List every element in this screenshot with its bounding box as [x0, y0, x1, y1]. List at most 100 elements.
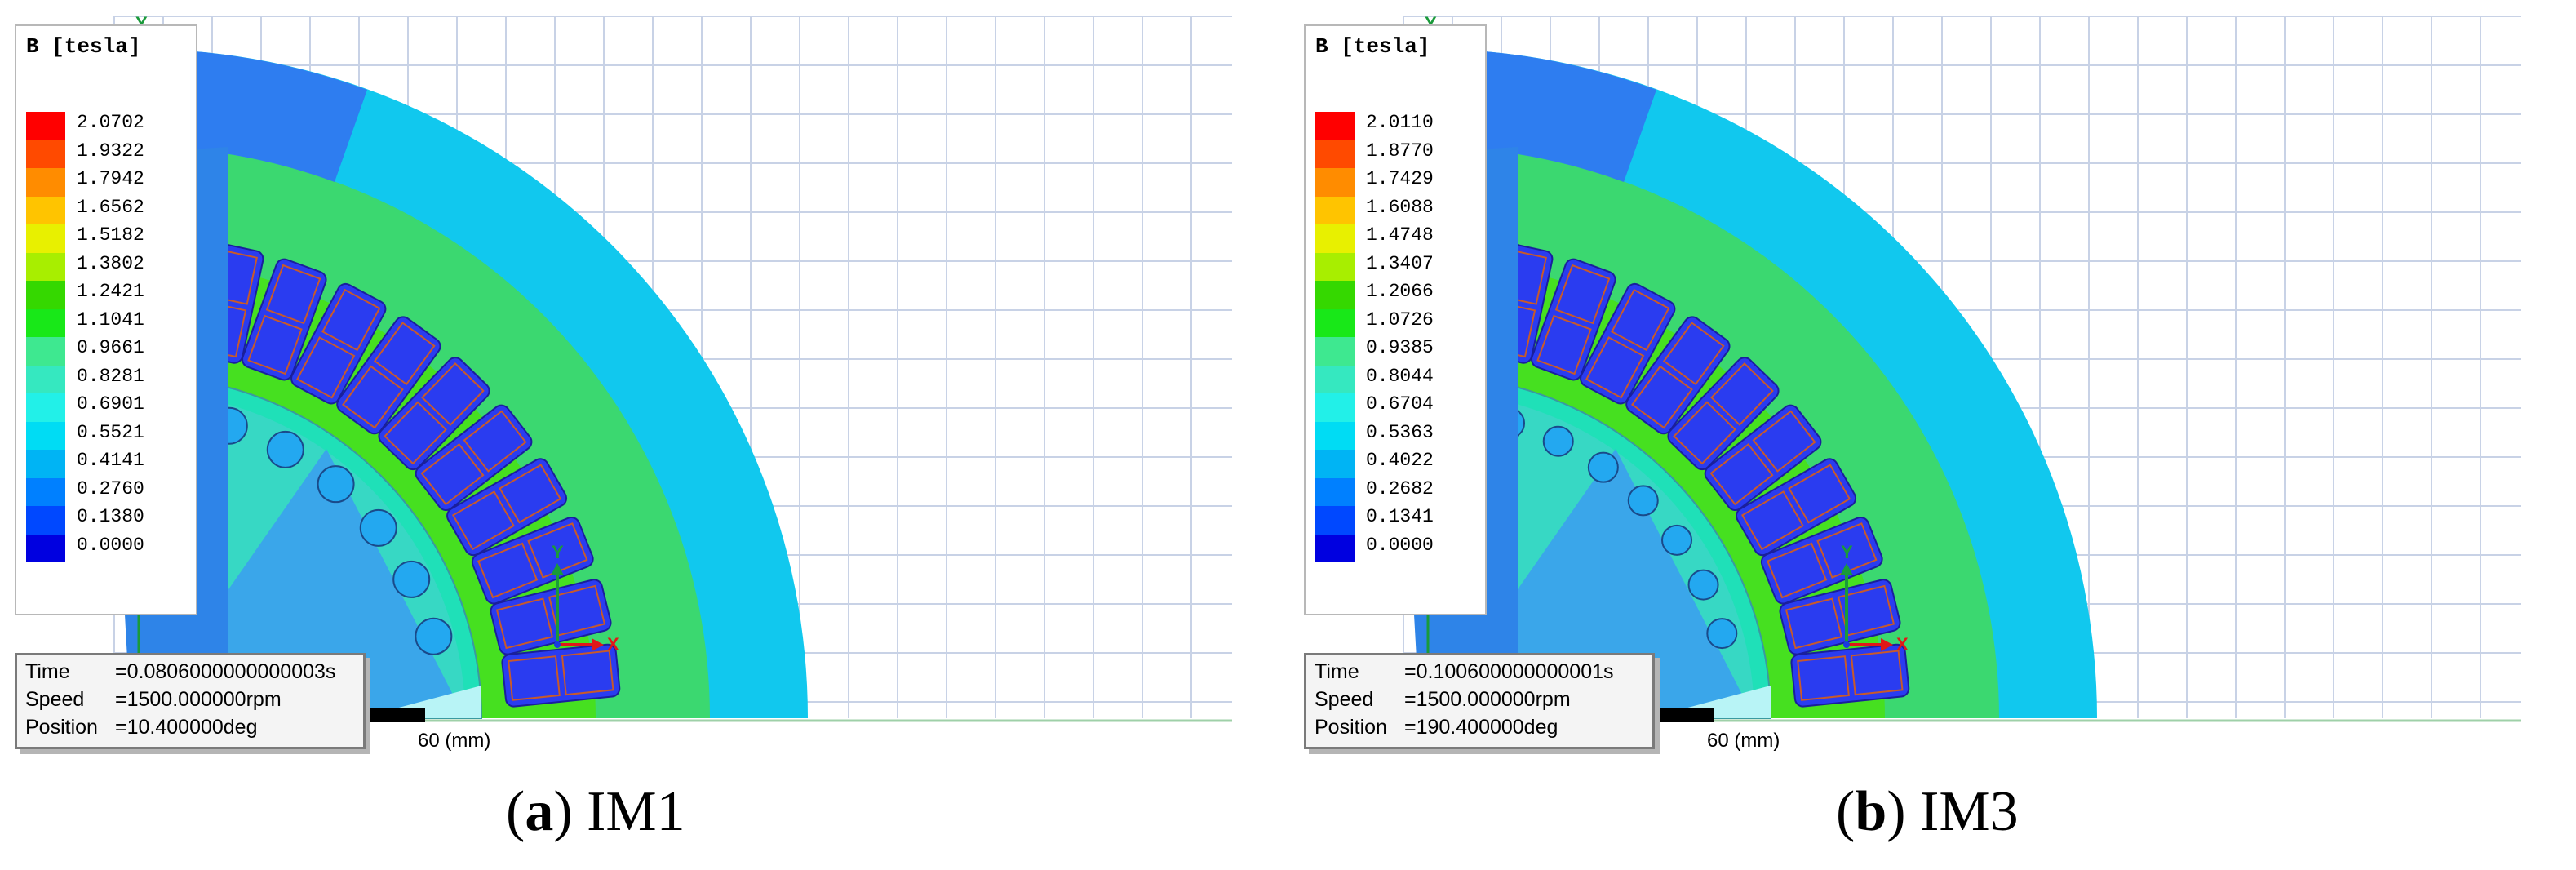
legend-swatch [26, 252, 65, 281]
field-plot-panel-im3: Y03060 (mm)YX B [tesla] 2.01101.87701.74… [1297, 0, 2570, 767]
stator-slot [1790, 643, 1910, 708]
legend-swatch [26, 506, 65, 535]
rotor-bar [266, 430, 304, 468]
slot-body [501, 643, 621, 708]
legend-value: 2.0702 [77, 112, 144, 133]
legend-swatch [26, 477, 65, 506]
triad-x-label: X [1896, 634, 1909, 655]
triad-y-label: Y [552, 542, 564, 562]
triad-z [1843, 641, 1850, 648]
rotor-bar [1587, 451, 1619, 483]
legend-scale: 2.0110 1.8770 1.7429 1.6088 1.4748 1.3407 1.20… [1315, 112, 1477, 601]
rotor-bar [359, 508, 397, 547]
legend-title: B [tesla] [26, 34, 141, 59]
legend-swatch [1315, 534, 1355, 562]
legend-swatch [1315, 450, 1355, 478]
legend-swatch [1315, 393, 1355, 422]
legend-value: 1.9322 [77, 140, 144, 162]
triad-x-label: X [607, 634, 619, 655]
caption-im1: (a) IM1 [506, 780, 685, 843]
legend-swatch [1315, 112, 1355, 140]
legend-value: 0.2682 [1366, 477, 1434, 499]
status-time: Time =0.0806000000000003s [25, 660, 336, 683]
legend-value: 0.5363 [1366, 421, 1434, 443]
flux-density-plot-im1: Y03060 (mm)YX [100, 13, 1232, 752]
legend-swatch [1315, 506, 1355, 535]
legend-swatch [26, 421, 65, 450]
legend-value: 0.6704 [1366, 393, 1434, 415]
legend-value: 1.3802 [77, 252, 144, 274]
rotor-bar [1706, 618, 1738, 650]
legend-value: 0.0000 [77, 534, 144, 556]
legend-swatch [1315, 252, 1355, 281]
legend-swatch [26, 224, 65, 253]
legend-value: 1.6088 [1366, 196, 1434, 218]
status-speed: Speed =1500.000000rpm [1315, 688, 1571, 711]
legend-value: 1.2066 [1366, 281, 1434, 302]
scale-tick-60: 60 (mm) [418, 730, 490, 752]
status-position: Position =10.400000deg [25, 716, 258, 739]
legend-swatch [26, 308, 65, 337]
rotor-bar [392, 560, 431, 598]
legend-value: 0.2760 [77, 477, 144, 499]
legend-scale: 2.0702 1.9322 1.7942 1.6562 1.5182 1.3802 1.24… [26, 112, 188, 601]
simulation-status-box-im1: Time =0.0806000000000003s Speed =1500.0000… [15, 653, 366, 749]
legend-swatch [1315, 308, 1355, 337]
caption-im3: (b) IM3 [1836, 780, 2019, 843]
rotor-bar [1542, 425, 1574, 457]
legend-value: 0.9385 [1366, 337, 1434, 358]
legend-value: 0.8044 [1366, 365, 1434, 387]
color-legend-im1: B [tesla] 2.0702 1.9322 1.7942 1.6562 1.5182… [15, 24, 197, 615]
legend-swatch [1315, 196, 1355, 224]
legend-value: 0.0000 [1366, 534, 1434, 556]
legend-value: 0.6901 [77, 393, 144, 415]
rotor-bar [1687, 569, 1719, 601]
legend-swatch [26, 450, 65, 478]
legend-value: 0.1380 [77, 506, 144, 527]
legend-value: 0.9661 [77, 337, 144, 358]
legend-swatch [26, 365, 65, 393]
field-plot-panel-im1: Y03060 (mm)YX B [tesla] 2.07021.93221.79… [8, 0, 1281, 767]
legend-swatch [26, 140, 65, 168]
legend-swatch [1315, 224, 1355, 253]
legend-value: 1.7429 [1366, 168, 1434, 189]
legend-swatch [26, 281, 65, 309]
rotor-bar [415, 617, 453, 655]
legend-value: 2.0110 [1366, 112, 1434, 133]
legend-value: 1.7942 [77, 168, 144, 189]
scale-tick-60: 60 (mm) [1707, 730, 1780, 752]
legend-title: B [tesla] [1315, 34, 1430, 59]
legend-value: 0.8281 [77, 365, 144, 387]
legend-value: 1.5182 [77, 224, 144, 246]
legend-swatch [26, 337, 65, 366]
simulation-status-box-im3: Time =0.100600000000001s Speed =1500.00000… [1304, 653, 1655, 749]
flux-density-plot-im3: Y03060 (mm)YX [1389, 13, 2521, 752]
triad-z [554, 641, 561, 648]
legend-value: 0.5521 [77, 421, 144, 443]
stator-slot [501, 643, 621, 708]
legend-value: 1.3407 [1366, 252, 1434, 274]
slot-body [1790, 643, 1910, 708]
triad-y-label: Y [1841, 542, 1853, 562]
status-position: Position =190.400000deg [1315, 716, 1558, 739]
legend-swatch [26, 112, 65, 140]
rotor-bar [1627, 485, 1659, 517]
legend-swatch [26, 196, 65, 224]
legend-value: 1.8770 [1366, 140, 1434, 162]
legend-value: 1.2421 [77, 281, 144, 302]
legend-value: 0.1341 [1366, 506, 1434, 527]
legend-value: 1.6562 [77, 196, 144, 218]
legend-swatch [1315, 421, 1355, 450]
legend-value: 1.0726 [1366, 308, 1434, 331]
legend-value: 0.4141 [77, 450, 144, 471]
status-time: Time =0.100600000000001s [1315, 660, 1614, 683]
color-legend-im3: B [tesla] 2.0110 1.8770 1.7429 1.6088 1.4748… [1304, 24, 1487, 615]
legend-value: 1.4748 [1366, 224, 1434, 246]
legend-swatch [1315, 281, 1355, 309]
legend-swatch [1315, 337, 1355, 366]
status-speed: Speed =1500.000000rpm [25, 688, 282, 711]
legend-swatch [26, 534, 65, 562]
legend-swatch [1315, 168, 1355, 197]
legend-value: 0.4022 [1366, 450, 1434, 471]
legend-swatch [26, 393, 65, 422]
